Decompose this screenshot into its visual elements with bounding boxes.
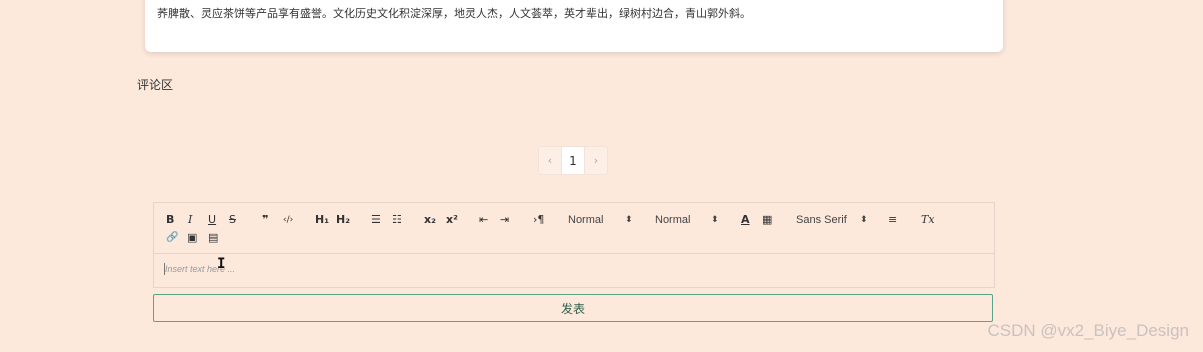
size-picker[interactable]: Normal bbox=[568, 213, 603, 227]
align-button[interactable]: ≡ bbox=[888, 213, 897, 227]
superscript-button[interactable]: x² bbox=[446, 213, 458, 227]
clean-format-button[interactable]: Tx bbox=[921, 213, 935, 227]
underline-button[interactable]: U bbox=[208, 213, 216, 227]
font-picker[interactable]: Sans Serif bbox=[796, 213, 847, 227]
font-picker-arrow-icon: ⬍ bbox=[860, 215, 868, 225]
image-icon[interactable]: ▣ bbox=[187, 231, 197, 245]
strike-button[interactable]: S bbox=[229, 213, 236, 227]
article-text: 荞脾散、灵应茶饼等产品享有盛誉。文化历史文化积淀深厚，地灵人杰，人文荟萃，英才辈… bbox=[157, 7, 751, 20]
comments-title: 评论区 bbox=[137, 78, 174, 92]
page-1-button[interactable]: 1 bbox=[561, 147, 585, 174]
header-picker-arrow-icon: ⬍ bbox=[711, 215, 719, 225]
video-icon[interactable]: ▤ bbox=[208, 231, 218, 245]
indent-button[interactable]: ⇥ bbox=[500, 213, 509, 227]
size-picker-arrow-icon: ⬍ bbox=[625, 215, 633, 225]
bold-button[interactable]: B bbox=[166, 213, 174, 227]
bullet-list-button[interactable]: ☷ bbox=[392, 213, 402, 227]
background-color-button[interactable]: ▦ bbox=[762, 213, 772, 227]
subscript-button[interactable]: x₂ bbox=[424, 213, 436, 227]
header-2-button[interactable]: H₂ bbox=[336, 213, 350, 227]
italic-button[interactable]: I bbox=[188, 213, 192, 227]
blockquote-button[interactable]: ❞ bbox=[262, 213, 268, 227]
text-direction-button[interactable]: ›¶ bbox=[533, 213, 544, 227]
mouse-text-cursor-icon: I bbox=[217, 256, 226, 272]
link-icon[interactable]: 🔗 bbox=[166, 231, 178, 245]
ordered-list-button[interactable]: ☰ bbox=[371, 213, 381, 227]
page: 荞脾散、灵应茶饼等产品享有盛誉。文化历史文化积淀深厚，地灵人杰，人文荟萃，英才辈… bbox=[0, 0, 1203, 352]
submit-comment-button[interactable]: 发表 bbox=[153, 294, 993, 322]
article-card: 荞脾散、灵应茶饼等产品享有盛誉。文化历史文化积淀深厚，地灵人杰，人文荟萃，英才辈… bbox=[145, 0, 1003, 52]
watermark: CSDN @vx2_Biye_Design bbox=[987, 321, 1189, 340]
header-1-button[interactable]: H₁ bbox=[315, 213, 329, 227]
outdent-button[interactable]: ⇤ bbox=[479, 213, 488, 227]
header-picker[interactable]: Normal bbox=[655, 213, 690, 227]
prev-page-button[interactable]: ‹ bbox=[539, 147, 561, 174]
next-page-button[interactable]: › bbox=[585, 147, 607, 174]
text-color-button[interactable]: A bbox=[741, 213, 750, 227]
pagination: ‹ 1 › bbox=[538, 146, 608, 175]
code-block-button[interactable]: ‹/› bbox=[283, 213, 293, 227]
editor-toolbar: B I U S ❞ ‹/› H₁ H₂ ☰ ☷ x₂ x² ⇤ ⇥ ›¶ Nor… bbox=[154, 203, 994, 254]
rich-text-editor: B I U S ❞ ‹/› H₁ H₂ ☰ ☷ x₂ x² ⇤ ⇥ ›¶ Nor… bbox=[153, 202, 995, 288]
